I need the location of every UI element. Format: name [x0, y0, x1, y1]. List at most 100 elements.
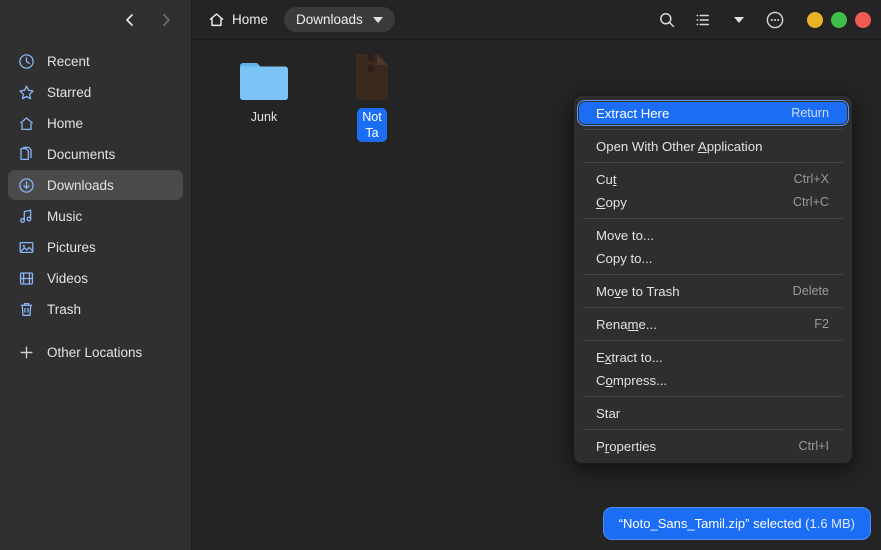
sidebar-item-starred[interactable]: Starred: [8, 77, 183, 107]
menu-separator: [583, 218, 843, 219]
menu-item-label: Move to...: [596, 227, 654, 243]
sidebar-item-music[interactable]: Music: [8, 201, 183, 231]
file-item-label: Not Ta: [357, 108, 387, 142]
breadcrumb-home-label: Home: [232, 12, 269, 27]
file-manager-window: Recent Starred Home Documents Downloads …: [0, 0, 881, 550]
menu-item-label: Compress...: [596, 372, 668, 388]
archive-glyph: [356, 54, 388, 100]
list-view-icon: [696, 14, 709, 25]
view-options-button[interactable]: [689, 6, 717, 34]
menu-item-copy-to[interactable]: Copy to...: [579, 247, 847, 269]
breadcrumb-path-button[interactable]: Downloads: [284, 7, 395, 32]
menu-item-move-to[interactable]: Move to...: [579, 224, 847, 246]
menu-item-accelerator: Delete: [792, 284, 829, 298]
window-controls: [807, 11, 871, 28]
sidebar-item-pictures[interactable]: Pictures: [8, 232, 183, 262]
breadcrumb-path-label: Downloads: [296, 12, 363, 27]
forward-button[interactable]: [151, 6, 181, 34]
download-icon: [18, 177, 35, 194]
sidebar-nav-buttons: [0, 0, 191, 40]
menu-item-label: Copy to...: [596, 250, 653, 266]
chevron-left-icon: [126, 14, 133, 26]
menu-item-label: Move to Trash: [596, 283, 680, 299]
sidebar-item-label: Home: [47, 115, 84, 131]
file-item-folder[interactable]: Junk: [212, 48, 316, 131]
sidebar-item-documents[interactable]: Documents: [8, 139, 183, 169]
menu-item-star[interactable]: Star: [579, 402, 847, 424]
sidebar-item-label: Downloads: [47, 177, 114, 193]
sidebar-item-videos[interactable]: Videos: [8, 263, 183, 293]
videos-icon: [18, 270, 35, 287]
star-icon: [18, 84, 35, 101]
menu-item-label: Star: [596, 405, 621, 421]
sidebar-places-list: Recent Starred Home Documents Downloads …: [0, 40, 191, 367]
sidebar-item-home[interactable]: Home: [8, 108, 183, 138]
chevron-right-icon: [163, 14, 170, 26]
menu-separator: [583, 396, 843, 397]
menu-item-accelerator: Return: [791, 106, 829, 120]
search-button[interactable]: [653, 6, 681, 34]
menu-item-accelerator: Ctrl+I: [798, 439, 829, 453]
clock-icon: [18, 53, 35, 70]
menu-separator: [583, 162, 843, 163]
chevron-down-icon: [734, 16, 744, 23]
sidebar-item-other-locations[interactable]: Other Locations: [8, 337, 183, 367]
menu-separator: [583, 274, 843, 275]
menu-item-label: Extract Here: [596, 105, 670, 121]
sidebar-item-recent[interactable]: Recent: [8, 46, 183, 76]
menu-item-extract-here[interactable]: Extract Here Return: [577, 100, 849, 126]
pictures-icon: [18, 239, 35, 256]
menu-item-accelerator: Ctrl+C: [792, 195, 829, 209]
menu-separator: [583, 129, 843, 130]
menu-item-label: Open With Other Application: [596, 138, 763, 154]
menu-item-cut[interactable]: Cut Ctrl+X: [579, 168, 847, 190]
more-options-icon: [766, 11, 784, 28]
sidebar-item-label: Pictures: [47, 239, 96, 255]
menu-separator: [583, 307, 843, 308]
menu-item-properties[interactable]: Properties Ctrl+I: [579, 435, 847, 457]
menu-item-label: Copy: [596, 194, 627, 210]
file-item-label: Junk: [250, 110, 278, 124]
trash-icon: [18, 301, 35, 318]
menu-item-rename[interactable]: Rename... F2: [579, 313, 847, 335]
sidebar: Recent Starred Home Documents Downloads …: [0, 0, 192, 550]
minimize-button[interactable]: [807, 11, 823, 28]
home-icon: [209, 13, 224, 27]
menu-item-move-to-trash[interactable]: Move to Trash Delete: [579, 280, 847, 302]
main-menu-button[interactable]: [761, 6, 789, 34]
chevron-down-icon: [372, 16, 383, 23]
menu-item-label: Rename...: [596, 316, 657, 332]
file-item-archive[interactable]: Not Ta: [320, 48, 424, 147]
status-toast-size: (1.6 MB): [805, 516, 855, 531]
sidebar-item-label: Documents: [47, 146, 116, 162]
menu-item-accelerator: F2: [814, 317, 829, 331]
menu-item-accelerator: Ctrl+X: [793, 172, 829, 186]
folder-glyph: [240, 63, 288, 100]
plus-icon: [18, 344, 35, 361]
sidebar-item-label: Music: [47, 208, 83, 224]
menu-item-label: Extract to...: [596, 349, 663, 365]
documents-icon: [18, 146, 35, 163]
breadcrumb-home[interactable]: Home: [200, 7, 276, 32]
sidebar-item-label: Recent: [47, 53, 90, 69]
menu-item-copy[interactable]: Copy Ctrl+C: [579, 191, 847, 213]
header-bar: Home Downloads: [192, 0, 881, 40]
sidebar-item-label: Trash: [47, 301, 82, 317]
maximize-button[interactable]: [831, 11, 847, 28]
music-icon: [18, 208, 35, 225]
menu-item-compress[interactable]: Compress...: [579, 369, 847, 391]
sidebar-item-downloads[interactable]: Downloads: [8, 170, 183, 200]
archive-icon: [320, 48, 424, 102]
close-button[interactable]: [855, 11, 871, 28]
main-area: Home Downloads Junk Not Ta Extract Here …: [192, 0, 881, 550]
sidebar-item-label: Other Locations: [47, 344, 143, 360]
view-dropdown-button[interactable]: [725, 6, 753, 34]
sidebar-item-label: Videos: [47, 270, 89, 286]
context-menu[interactable]: Extract Here Return Open With Other Appl…: [573, 95, 853, 464]
back-button[interactable]: [115, 6, 145, 34]
status-toast-text: “Noto_Sans_Tamil.zip” selected: [618, 516, 802, 531]
menu-item-extract-to[interactable]: Extract to...: [579, 346, 847, 368]
sidebar-item-trash[interactable]: Trash: [8, 294, 183, 324]
menu-item-open-with-other-application[interactable]: Open With Other Application: [579, 135, 847, 157]
menu-separator: [583, 340, 843, 341]
